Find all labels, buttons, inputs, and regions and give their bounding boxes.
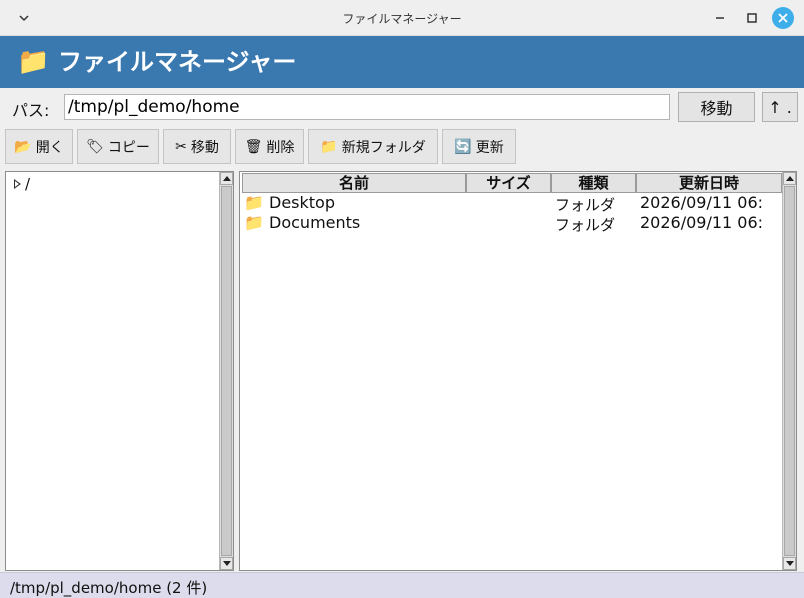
trash-icon: 🗑 [244, 138, 263, 155]
file-list-scrollbar[interactable] [782, 172, 796, 570]
refresh-button-label: 更新 [475, 139, 504, 156]
path-bar: パス: 移動 ↑ . [0, 88, 804, 126]
file-modified: 2026/09/11 06: [640, 213, 764, 232]
directory-tree[interactable]: / [5, 171, 234, 571]
scissors-icon: ✂ [175, 138, 187, 155]
expand-triangle-icon[interactable] [14, 179, 21, 189]
tree-scrollbar[interactable] [219, 172, 233, 570]
status-bar: /tmp/pl_demo/home (2 件) [0, 572, 804, 598]
minimize-icon[interactable] [710, 8, 730, 28]
app-header: 📁 ファイルマネージャー [0, 36, 804, 88]
new-folder-button-label: 新規フォルダ [341, 139, 426, 156]
file-list-scroll-thumb[interactable] [784, 186, 795, 556]
file-list[interactable]: 名前 サイズ 種類 更新日時 📁 Desktop フォルダ 2026/09/11… [239, 171, 797, 571]
tree-item-label: / [25, 175, 31, 193]
column-header-type[interactable]: 種類 [551, 173, 636, 193]
file-name-cell: 📁 Desktop [244, 193, 335, 212]
column-header-modified[interactable]: 更新日時 [636, 173, 782, 193]
status-text: /tmp/pl_demo/home (2 件) [10, 579, 208, 597]
file-row-desktop[interactable]: 📁 Desktop フォルダ 2026/09/11 06: [244, 193, 784, 214]
new-folder-button[interactable]: 📁 新規フォルダ [308, 129, 438, 164]
file-name-cell: 📁 Documents [244, 213, 360, 232]
column-header-size[interactable]: サイズ [466, 173, 551, 193]
maximize-icon[interactable] [742, 8, 762, 28]
path-label: パス: [12, 101, 50, 120]
file-type: フォルダ [555, 196, 616, 214]
scroll-up-arrow-icon[interactable] [220, 172, 233, 185]
file-list-header: 名前 サイズ 種類 更新日時 [242, 173, 782, 193]
scroll-up-arrow-icon[interactable] [783, 172, 796, 185]
tag-icon: 🏷 [86, 138, 104, 155]
path-input[interactable] [64, 94, 670, 120]
file-name: Desktop [269, 193, 335, 212]
file-row-documents[interactable]: 📁 Documents フォルダ 2026/09/11 06: [244, 213, 784, 234]
new-folder-icon: 📁 [320, 138, 338, 155]
copy-button[interactable]: 🏷 コピー [77, 129, 159, 164]
open-button-label: 開く [35, 139, 64, 156]
toolbar: 📂 開く 🏷 コピー ✂ 移動 🗑 削除 📁 新規フォルダ 🔄 更新 [0, 126, 804, 168]
delete-button-label: 削除 [266, 139, 295, 156]
folder-icon: 📁 [244, 193, 264, 212]
file-type: フォルダ [555, 216, 616, 234]
app-title: ファイルマネージャー [58, 48, 297, 76]
folder-icon: 📁 [17, 47, 50, 77]
tree-scroll-thumb[interactable] [221, 186, 232, 556]
copy-button-label: コピー [107, 139, 150, 156]
go-button[interactable]: 移動 [678, 92, 755, 122]
column-header-name[interactable]: 名前 [242, 173, 466, 193]
close-icon[interactable] [772, 7, 794, 29]
delete-button[interactable]: 🗑 削除 [235, 129, 304, 164]
up-directory-button[interactable]: ↑ . [762, 92, 798, 122]
open-folder-icon: 📂 [14, 138, 32, 155]
window-titlebar: ファイルマネージャー [0, 0, 804, 36]
tree-item-root[interactable]: / [14, 175, 30, 193]
move-button-label: 移動 [190, 139, 219, 156]
scroll-down-arrow-icon[interactable] [220, 557, 233, 570]
open-button[interactable]: 📂 開く [5, 129, 73, 164]
window-title: ファイルマネージャー [342, 12, 462, 26]
refresh-icon: 🔄 [454, 138, 472, 155]
file-modified: 2026/09/11 06: [640, 193, 764, 212]
move-button[interactable]: ✂ 移動 [163, 129, 231, 164]
scroll-down-arrow-icon[interactable] [783, 557, 796, 570]
folder-icon: 📁 [244, 213, 264, 232]
file-name: Documents [269, 213, 361, 232]
refresh-button[interactable]: 🔄 更新 [442, 129, 516, 164]
